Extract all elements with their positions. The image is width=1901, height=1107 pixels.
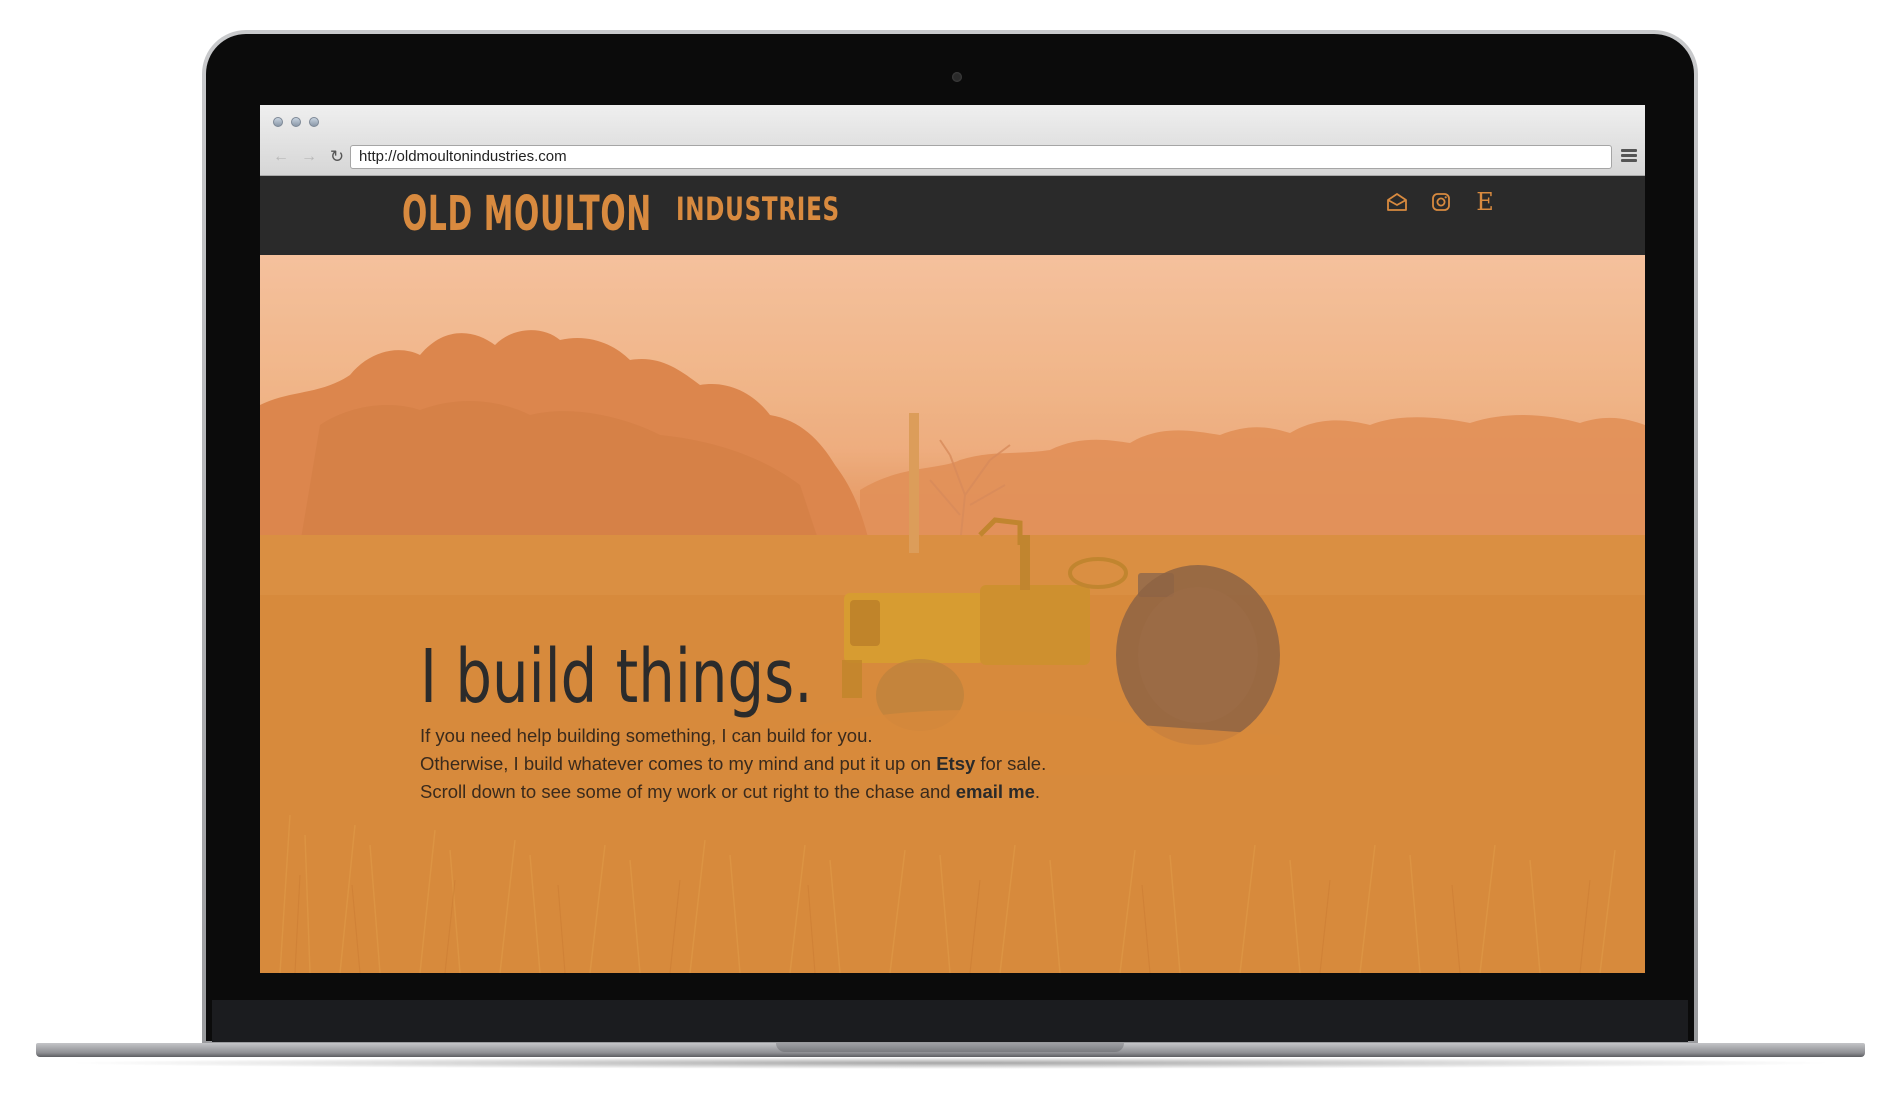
- email-me-link[interactable]: email me: [956, 781, 1035, 802]
- hero-line-3-text: Scroll down to see some of my work or cu…: [420, 781, 956, 802]
- window-controls: [273, 117, 319, 127]
- back-arrow-icon[interactable]: ←: [270, 147, 292, 167]
- laptop-shadow: [60, 1057, 1841, 1069]
- forward-arrow-icon[interactable]: →: [298, 147, 320, 167]
- site-logo[interactable]: OLD MOULTON INDUSTRIES: [402, 186, 839, 242]
- browser-toolbar: ← → ↻ http://oldmoultonindustries.com: [260, 105, 1645, 176]
- laptop-notch: [776, 1043, 1124, 1052]
- social-links: E: [1386, 190, 1496, 214]
- hero-line-2: Otherwise, I build whatever comes to my …: [420, 750, 1046, 778]
- hero-line-1: If you need help building something, I c…: [420, 725, 873, 746]
- address-bar[interactable]: http://oldmoultonindustries.com: [350, 145, 1612, 169]
- hero-title: I build things.: [420, 634, 813, 720]
- hamburger-menu-icon[interactable]: [1621, 149, 1637, 163]
- camera-icon: [952, 72, 962, 82]
- close-window-button[interactable]: [273, 117, 283, 127]
- hero-content: I build things. If you need help buildin…: [420, 640, 1046, 806]
- etsy-link[interactable]: Etsy: [936, 753, 975, 774]
- logo-sub-text: INDUSTRIES: [676, 190, 840, 228]
- hero-background-image: [260, 255, 1645, 973]
- hero-section: I build things. If you need help buildin…: [260, 255, 1645, 973]
- reload-icon[interactable]: ↻: [326, 147, 348, 167]
- instagram-icon[interactable]: [1430, 191, 1452, 213]
- hero-line-3-end: .: [1034, 781, 1041, 802]
- maximize-window-button[interactable]: [309, 117, 319, 127]
- navigation-buttons: ← → ↻: [270, 147, 348, 167]
- minimize-window-button[interactable]: [291, 117, 301, 127]
- hero-line-2-text: Otherwise, I build whatever comes to my …: [420, 753, 937, 774]
- hero-line-2-end: for sale.: [975, 753, 1047, 774]
- hero-line-3: Scroll down to see some of my work or cu…: [420, 778, 1046, 806]
- etsy-icon[interactable]: E: [1474, 190, 1496, 214]
- site-header: OLD MOULTON INDUSTRIES E: [260, 176, 1645, 255]
- email-icon[interactable]: [1386, 191, 1408, 213]
- laptop-mockup: ← → ↻ http://oldmoultonindustries.com OL…: [0, 0, 1901, 1107]
- browser-window: ← → ↻ http://oldmoultonindustries.com OL…: [260, 105, 1645, 973]
- laptop-chin: [212, 1000, 1688, 1042]
- logo-main-text: OLD MOULTON: [402, 186, 652, 242]
- hero-description: If you need help building something, I c…: [420, 722, 1046, 806]
